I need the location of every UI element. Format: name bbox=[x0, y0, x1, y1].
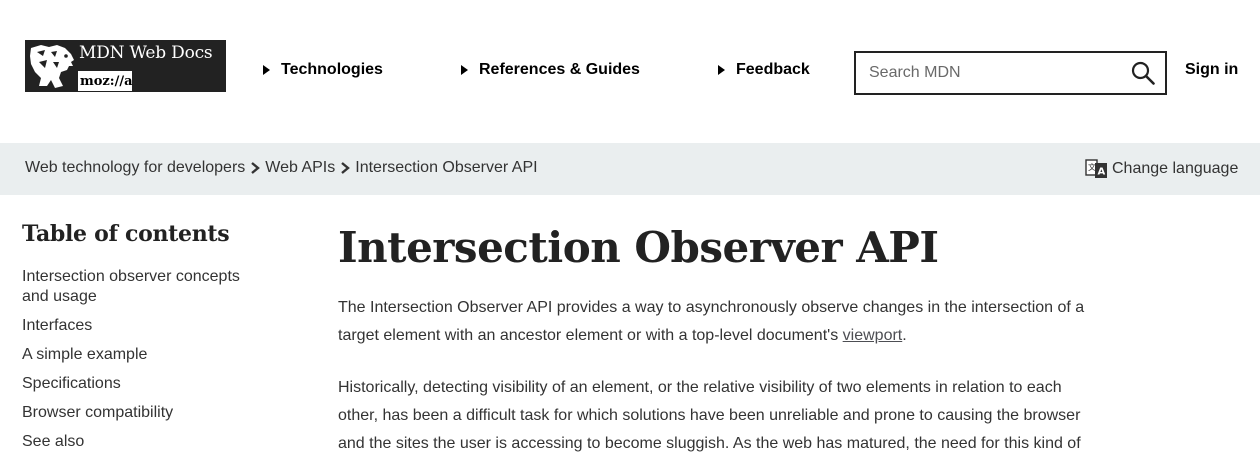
dino-icon bbox=[30, 45, 74, 88]
article-main: Intersection Observer API The Intersecti… bbox=[338, 222, 1088, 456]
intro-paragraph: The Intersection Observer API provides a… bbox=[338, 294, 1088, 350]
translate-icon: 文 A bbox=[1085, 159, 1107, 178]
nav-technologies[interactable]: Technologies bbox=[263, 61, 383, 79]
intro-text: The Intersection Observer API provides a… bbox=[338, 299, 1085, 344]
svg-text:文: 文 bbox=[1088, 162, 1096, 172]
triangle-right-icon bbox=[718, 65, 725, 75]
toc-item-concepts[interactable]: Intersection observer concepts and usage bbox=[22, 267, 252, 306]
nav-feedback[interactable]: Feedback bbox=[718, 61, 810, 79]
breadcrumb-item-web-technology[interactable]: Web technology for developers bbox=[25, 159, 245, 177]
viewport-link[interactable]: viewport bbox=[843, 327, 903, 344]
search-input[interactable] bbox=[856, 54, 1116, 92]
change-language-button[interactable]: 文 A Change language bbox=[1085, 157, 1238, 181]
history-paragraph: Historically, detecting visibility of an… bbox=[338, 379, 1081, 452]
toc-item-see-also[interactable]: See also bbox=[22, 432, 282, 452]
sign-in-link[interactable]: Sign in bbox=[1185, 61, 1238, 79]
nav-label: Feedback bbox=[736, 61, 810, 78]
search-box bbox=[854, 51, 1167, 95]
nav-references-guides[interactable]: References & Guides bbox=[461, 61, 640, 79]
nav-label: References & Guides bbox=[479, 61, 640, 78]
toc-list: Intersection observer concepts and usage… bbox=[22, 267, 282, 451]
chevron-right-icon bbox=[251, 162, 261, 174]
toc-title: Table of contents bbox=[22, 221, 230, 247]
toc-item-specifications[interactable]: Specifications bbox=[22, 374, 282, 394]
triangle-right-icon bbox=[263, 65, 270, 75]
toc-item-browser-compat[interactable]: Browser compatibility bbox=[22, 403, 282, 423]
site-header: MDN Web Docs moz://a Technologies Refere… bbox=[0, 0, 1260, 143]
mdn-logo[interactable]: MDN Web Docs moz://a bbox=[25, 40, 226, 92]
svg-text:A: A bbox=[1098, 167, 1106, 178]
page-title: Intersection Observer API bbox=[338, 223, 939, 272]
breadcrumb-bar: Web technology for developers Web APIs I… bbox=[0, 143, 1260, 195]
breadcrumb-item-web-apis[interactable]: Web APIs bbox=[265, 159, 335, 177]
change-language-label: Change language bbox=[1112, 160, 1239, 177]
logo-title: MDN Web Docs bbox=[79, 43, 213, 63]
intro-end: . bbox=[902, 327, 907, 344]
toc-item-interfaces[interactable]: Interfaces bbox=[22, 316, 282, 336]
nav-label: Technologies bbox=[281, 61, 383, 78]
table-of-contents: Table of contents Intersection observer … bbox=[22, 221, 282, 456]
mozilla-wordmark: moz://a bbox=[78, 70, 133, 91]
triangle-right-icon bbox=[461, 65, 468, 75]
search-icon[interactable] bbox=[1131, 61, 1155, 85]
breadcrumb-current: Intersection Observer API bbox=[355, 159, 538, 176]
chevron-right-icon bbox=[341, 162, 351, 174]
toc-item-simple-example[interactable]: A simple example bbox=[22, 345, 282, 365]
breadcrumb: Web technology for developers Web APIs I… bbox=[25, 159, 538, 177]
